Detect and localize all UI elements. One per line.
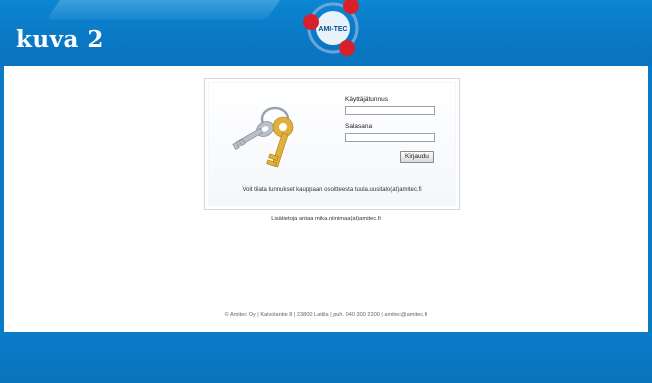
header-sheen xyxy=(45,0,295,20)
username-label: Käyttäjätunnus xyxy=(345,96,389,103)
order-credentials-note: Voit tilata tunnukset kauppaan osoittees… xyxy=(242,187,422,193)
login-inner: Käyttäjätunnus Salasana Kirjaudu Voit ti… xyxy=(209,83,455,205)
bottom-band xyxy=(0,332,652,383)
password-field[interactable] xyxy=(345,133,435,142)
logo-dot-top xyxy=(343,0,359,14)
username-field[interactable] xyxy=(345,106,435,115)
more-info-text: Lisätietoja antaa mika.niinimaa(at)amite… xyxy=(271,216,381,222)
header-band: kuva 2 AMI-TEC xyxy=(0,0,652,66)
login-button[interactable]: Kirjaudu xyxy=(400,151,434,163)
caption-label: kuva 2 xyxy=(16,26,104,53)
keys-icon xyxy=(232,106,294,168)
amitec-logo[interactable]: AMI-TEC xyxy=(297,0,367,64)
content-panel: Käyttäjätunnus Salasana Kirjaudu Voit ti… xyxy=(4,66,648,332)
password-label: Salasana xyxy=(345,123,373,130)
logo-dot-left xyxy=(303,14,319,30)
logo-text: AMI-TEC xyxy=(318,26,347,33)
footer-text: © Amitec Oy | Kaivolantie 8 | 23800 Lait… xyxy=(224,312,428,318)
login-box: Käyttäjätunnus Salasana Kirjaudu Voit ti… xyxy=(204,78,460,210)
logo-dot-bottom xyxy=(339,40,355,56)
